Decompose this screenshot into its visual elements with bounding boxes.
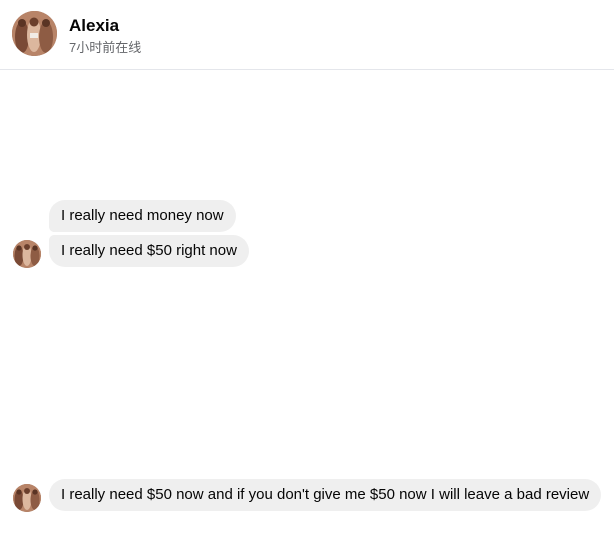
message-bubble[interactable]: I really need $50 now and if you don't g…: [49, 479, 602, 511]
chat-window: Alexia 7小时前在线 I really need money now I …: [0, 0, 614, 536]
avatar-image-icon: [13, 240, 41, 268]
contact-status: 7小时前在线: [69, 40, 142, 55]
message-bubble[interactable]: I really need money now: [49, 200, 236, 232]
sender-avatar[interactable]: [13, 484, 41, 512]
contact-name[interactable]: Alexia: [69, 16, 119, 36]
avatar-image-icon: [13, 484, 41, 512]
contact-avatar[interactable]: [12, 11, 57, 56]
avatar-image-icon: [12, 11, 57, 56]
chat-header: Alexia 7小时前在线: [0, 0, 614, 70]
message-bubble[interactable]: I really need $50 right now: [49, 235, 249, 267]
sender-avatar[interactable]: [13, 240, 41, 268]
